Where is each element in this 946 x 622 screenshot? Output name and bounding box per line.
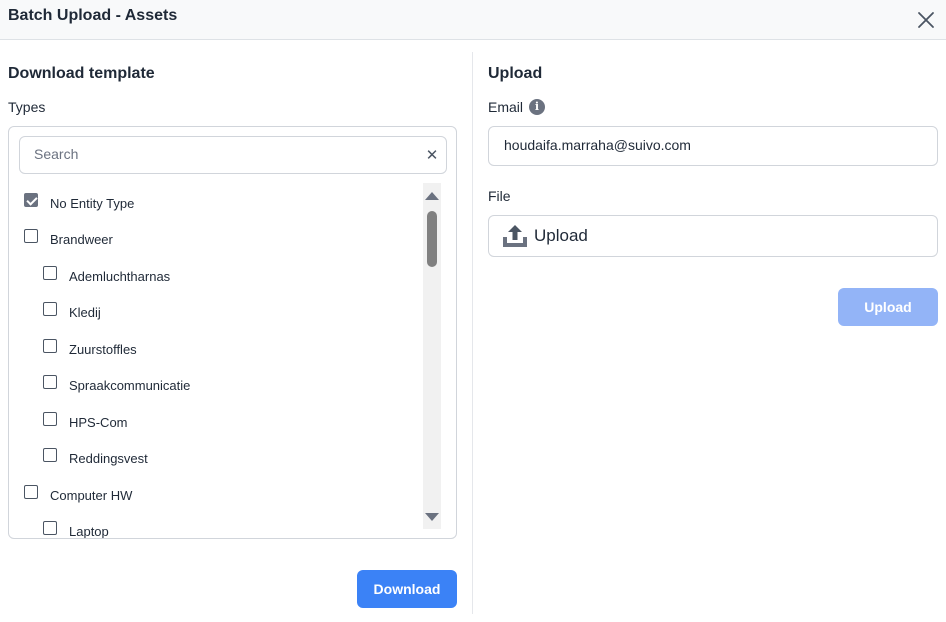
column-divider: [472, 52, 473, 614]
checkbox[interactable]: [43, 339, 57, 353]
tree-item-brandweer[interactable]: Brandweer: [24, 228, 113, 250]
types-search: ✕: [19, 136, 447, 174]
tree-item-no-entity-type[interactable]: No Entity Type: [24, 192, 134, 214]
email-label: Email: [488, 99, 524, 115]
close-icon[interactable]: [914, 8, 938, 32]
checkbox[interactable]: [43, 521, 57, 535]
file-upload-dropzone[interactable]: Upload: [488, 215, 938, 257]
tree-item-label: Kledij: [69, 304, 101, 320]
checkbox[interactable]: [43, 375, 57, 389]
checkbox[interactable]: [43, 302, 57, 316]
tree-item-label: Spraakcommunicatie: [69, 377, 191, 393]
tree-item-label: Laptop: [69, 523, 109, 539]
types-label: Types: [8, 99, 46, 115]
scrollbar-thumb[interactable]: [427, 211, 437, 267]
dialog-header: Batch Upload - Assets: [0, 0, 946, 40]
tree-item-label: No Entity Type: [50, 195, 135, 211]
email-field: [488, 126, 938, 166]
tree-item-label: Reddingsvest: [69, 450, 148, 466]
download-button[interactable]: Download: [357, 570, 457, 608]
types-tree: ✕ No Entity Type Brandweer Ademluchtharn…: [8, 126, 457, 539]
tree-item-ademluchtharnas[interactable]: Ademluchtharnas: [43, 265, 170, 287]
scroll-up-arrow-icon[interactable]: [425, 192, 439, 200]
file-label: File: [488, 188, 511, 204]
tree-item-label: Ademluchtharnas: [69, 268, 171, 284]
clear-search-icon[interactable]: ✕: [424, 146, 440, 164]
tree-item-label: Brandweer: [50, 231, 113, 247]
checkbox[interactable]: [24, 485, 38, 499]
tree-item-label: HPS-Com: [69, 414, 128, 430]
tree-item-hps-com[interactable]: HPS-Com: [43, 411, 128, 433]
tree-item-spraakcommunicatie[interactable]: Spraakcommunicatie: [43, 374, 190, 396]
search-input[interactable]: [34, 146, 414, 162]
file-upload-label: Upload: [534, 226, 588, 245]
tree-item-label: Zuurstoffles: [69, 341, 137, 357]
upload-button[interactable]: Upload: [838, 288, 938, 326]
download-section-title: Download template: [8, 65, 155, 82]
checkbox[interactable]: [24, 193, 38, 207]
email-input[interactable]: [504, 137, 924, 153]
checkbox[interactable]: [24, 229, 38, 243]
tree-item-kledij[interactable]: Kledij: [43, 301, 101, 323]
checkbox[interactable]: [43, 266, 57, 280]
tree-item-reddingsvest[interactable]: Reddingsvest: [43, 447, 148, 469]
upload-icon: [503, 225, 527, 247]
info-icon[interactable]: i: [529, 99, 545, 115]
types-list: No Entity Type Brandweer Ademluchtharnas…: [9, 183, 429, 539]
scroll-down-arrow-icon[interactable]: [425, 513, 439, 521]
tree-item-computer-hw[interactable]: Computer HW: [24, 484, 132, 506]
checkbox[interactable]: [43, 412, 57, 426]
tree-item-label: Computer HW: [50, 487, 133, 503]
tree-item-laptop[interactable]: Laptop: [43, 520, 109, 539]
checkbox[interactable]: [43, 448, 57, 462]
dialog-title: Batch Upload - Assets: [8, 7, 178, 24]
tree-item-zuurstoffles[interactable]: Zuurstoffles: [43, 338, 137, 360]
upload-section-title: Upload: [488, 65, 543, 82]
